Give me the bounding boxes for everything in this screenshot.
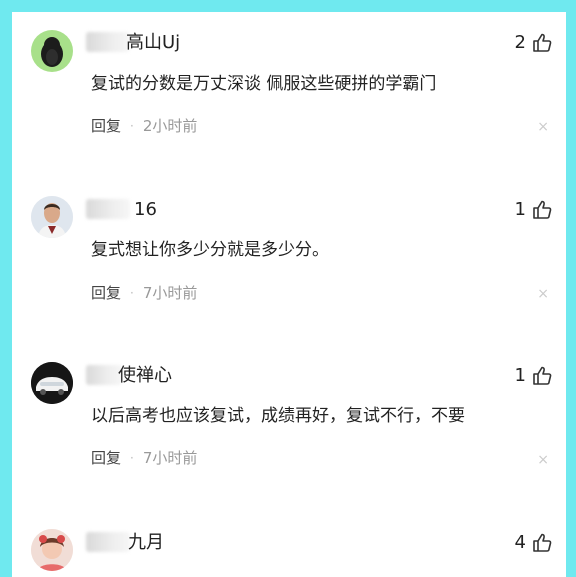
like-count: 1 [514,199,526,220]
car-avatar[interactable] [31,362,73,404]
like-count: 4 [514,532,526,553]
man-portrait-avatar[interactable] [31,196,73,238]
thumbs-up-icon [533,200,552,219]
portrait-icon [31,196,73,238]
username-redacted [86,365,122,385]
comment-time: 2小时前 [142,117,198,135]
like-count: 2 [514,32,526,53]
like-button[interactable]: 1 [515,199,552,221]
username[interactable]: 高山Uj [126,32,180,54]
close-icon[interactable]: × [537,452,549,468]
comment-time: 7小时前 [142,284,198,302]
reply-button[interactable]: 回复 [91,283,121,303]
username-redacted [86,199,130,219]
username-redacted [86,532,130,552]
comment-list: 高山Uj 2 复试的分数是万丈深谈 佩服这些硬拼的学霸门 回复 · 2小时前 × [12,12,566,577]
thumbs-up-icon [533,33,552,52]
username[interactable]: 九月 [128,532,164,554]
username[interactable]: 使禅心 [118,365,172,387]
close-icon[interactable]: × [537,119,549,135]
comment-time: 7小时前 [142,449,198,467]
comment-meta: 回复 · 2小时前 [91,116,197,136]
comment-text: 复式想让你多少分就是多少分。 [91,240,329,260]
penguin-icon [41,37,63,67]
comment-text: 以后高考也应该复试，成绩再好，复试不行，不要 [91,406,465,426]
like-count: 1 [514,365,526,386]
comment-text-cut-off [91,572,471,577]
username-redacted [86,32,130,52]
comment-text: 复试的分数是万丈深谈 佩服这些硬拼的学霸门 [91,74,437,94]
thumbs-up-icon [533,533,552,552]
meta-separator: · [130,286,134,300]
penguin-avatar[interactable] [31,30,73,72]
like-button[interactable]: 2 [515,32,552,54]
child-photo-avatar[interactable] [31,529,73,571]
like-button[interactable]: 4 [515,532,552,554]
car-icon [31,362,73,404]
comment-meta: 回复 · 7小时前 [91,283,197,303]
thumbs-up-icon [533,366,552,385]
reply-button[interactable]: 回复 [91,116,121,136]
reply-button[interactable]: 回复 [91,448,121,468]
like-button[interactable]: 1 [515,365,552,387]
meta-separator: · [130,119,134,133]
child-photo-icon [31,529,73,571]
meta-separator: · [130,451,134,465]
username[interactable]: 16 [134,199,157,221]
comment-meta: 回复 · 7小时前 [91,448,197,468]
close-icon[interactable]: × [537,286,549,302]
